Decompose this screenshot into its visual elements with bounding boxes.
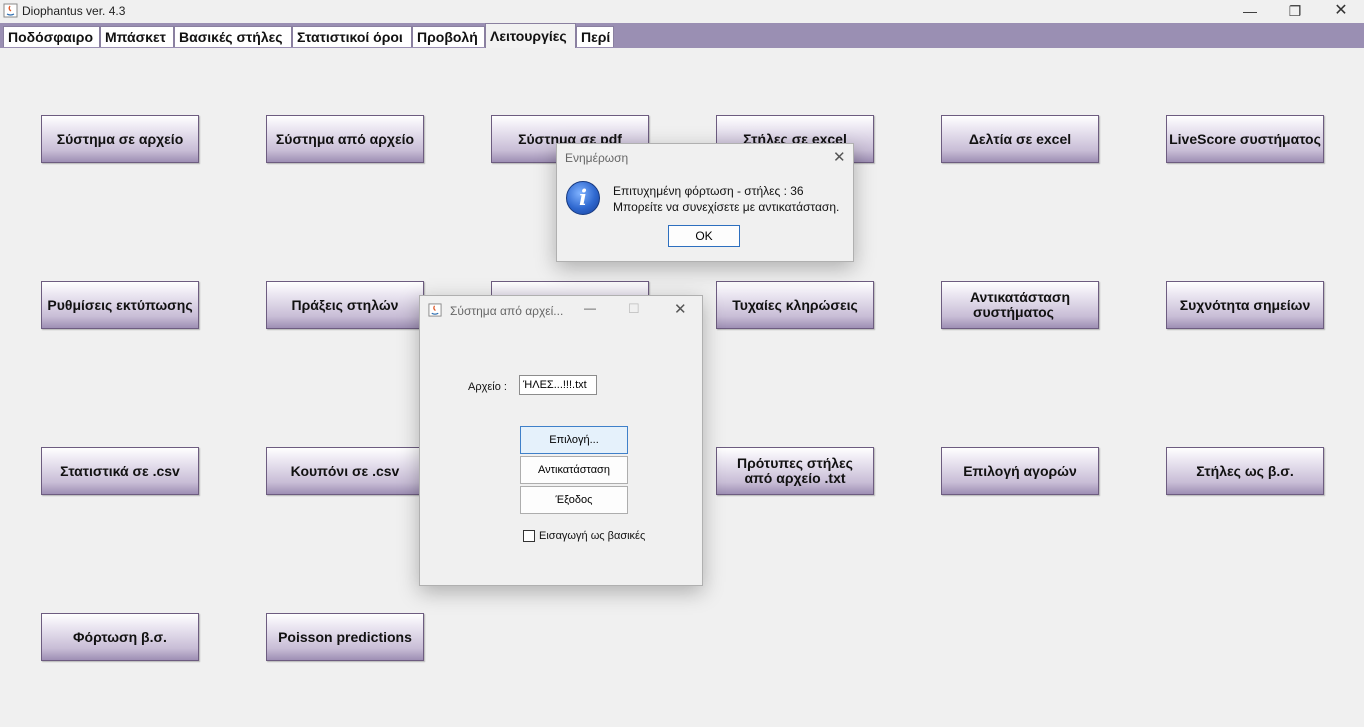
template-columns-line2: από αρχείο .txt <box>744 470 846 486</box>
file-name-field[interactable]: ΉΛΕΣ...!!!.txt <box>519 375 597 395</box>
minimize-icon[interactable]: — <box>1227 0 1273 23</box>
info-icon: i <box>566 181 600 215</box>
system-to-file-button[interactable]: Σύστημα σε αρχείο <box>41 115 199 163</box>
window-title: Diophantus ver. 4.3 <box>22 4 126 18</box>
system-replacement-line2: συστήματος <box>972 304 1054 320</box>
file-dialog-minimize-icon[interactable]: — <box>584 301 596 315</box>
info-message-line1: Επιτυχημένη φόρτωση - στήλες : 36 <box>613 184 804 198</box>
template-columns-line1: Πρότυπες στήλες <box>737 455 853 471</box>
coupon-to-csv-button[interactable]: Κουπόνι σε .csv <box>266 447 424 495</box>
coupons-to-excel-button[interactable]: Δελτία σε excel <box>941 115 1099 163</box>
file-dialog-close-icon[interactable]: ✕ <box>674 300 687 318</box>
tab-podosfairo[interactable]: Ποδόσφαιρο <box>3 26 100 47</box>
template-columns-from-txt-button[interactable]: Πρότυπες στήλες από αρχείο .txt <box>716 447 874 495</box>
file-dialog-maximize-icon: ☐ <box>628 301 640 316</box>
info-dialog-close-icon[interactable]: ✕ <box>833 148 846 166</box>
load-base-columns-button[interactable]: Φόρτωση β.σ. <box>41 613 199 661</box>
file-label: Αρχείο : <box>468 381 507 393</box>
market-selection-button[interactable]: Επιλογή αγορών <box>941 447 1099 495</box>
replace-button[interactable]: Αντικατάσταση <box>520 456 628 484</box>
java-app-icon <box>3 3 18 18</box>
tab-statistikoi-oroi[interactable]: Στατιστικοί όροι <box>292 26 412 47</box>
system-from-file-button[interactable]: Σύστημα από αρχείο <box>266 115 424 163</box>
exit-button[interactable]: Έξοδος <box>520 486 628 514</box>
point-frequency-button[interactable]: Συχνότητα σημείων <box>1166 281 1324 329</box>
livescore-system-button[interactable]: LiveScore συστήματος <box>1166 115 1324 163</box>
tab-strip: Ποδόσφαιρο Μπάσκετ Βασικές στήλες Στατισ… <box>0 23 1364 48</box>
print-settings-button[interactable]: Ρυθμίσεις εκτύπωσης <box>41 281 199 329</box>
tab-provoli[interactable]: Προβολή <box>412 26 485 47</box>
random-draws-button[interactable]: Τυχαίες κληρώσεις <box>716 281 874 329</box>
file-dialog-title: Σύστημα από αρχεί... <box>450 304 564 318</box>
columns-as-base-button[interactable]: Στήλες ως β.σ. <box>1166 447 1324 495</box>
system-replacement-button[interactable]: Αντικατάσταση συστήματος <box>941 281 1099 329</box>
tab-vasikes-stiles[interactable]: Βασικές στήλες <box>174 26 292 47</box>
title-bar: Diophantus ver. 4.3 — ❐ ✕ <box>0 0 1364 23</box>
column-operations-button[interactable]: Πράξεις στηλών <box>266 281 424 329</box>
tab-basket[interactable]: Μπάσκετ <box>100 26 174 47</box>
close-icon[interactable]: ✕ <box>1318 0 1364 23</box>
tab-peri[interactable]: Περί <box>576 26 614 47</box>
java-app-icon <box>428 303 442 317</box>
tab-leitourgies[interactable]: Λειτουργίες <box>485 23 576 48</box>
statistics-to-csv-button[interactable]: Στατιστικά σε .csv <box>41 447 199 495</box>
ok-button[interactable]: OK <box>668 225 740 247</box>
system-replacement-line1: Αντικατάσταση <box>969 289 1071 305</box>
info-message-line2: Μπορείτε να συνεχίσετε με αντικατάσταση. <box>613 200 840 214</box>
import-as-base-label[interactable]: Εισαγωγή ως βασικές <box>539 530 645 542</box>
restore-icon[interactable]: ❐ <box>1272 0 1318 23</box>
import-as-base-checkbox[interactable] <box>523 530 535 542</box>
poisson-predictions-button[interactable]: Poisson predictions <box>266 613 424 661</box>
info-dialog-title: Ενημέρωση <box>565 151 629 165</box>
select-file-button[interactable]: Επιλογή... <box>520 426 628 454</box>
